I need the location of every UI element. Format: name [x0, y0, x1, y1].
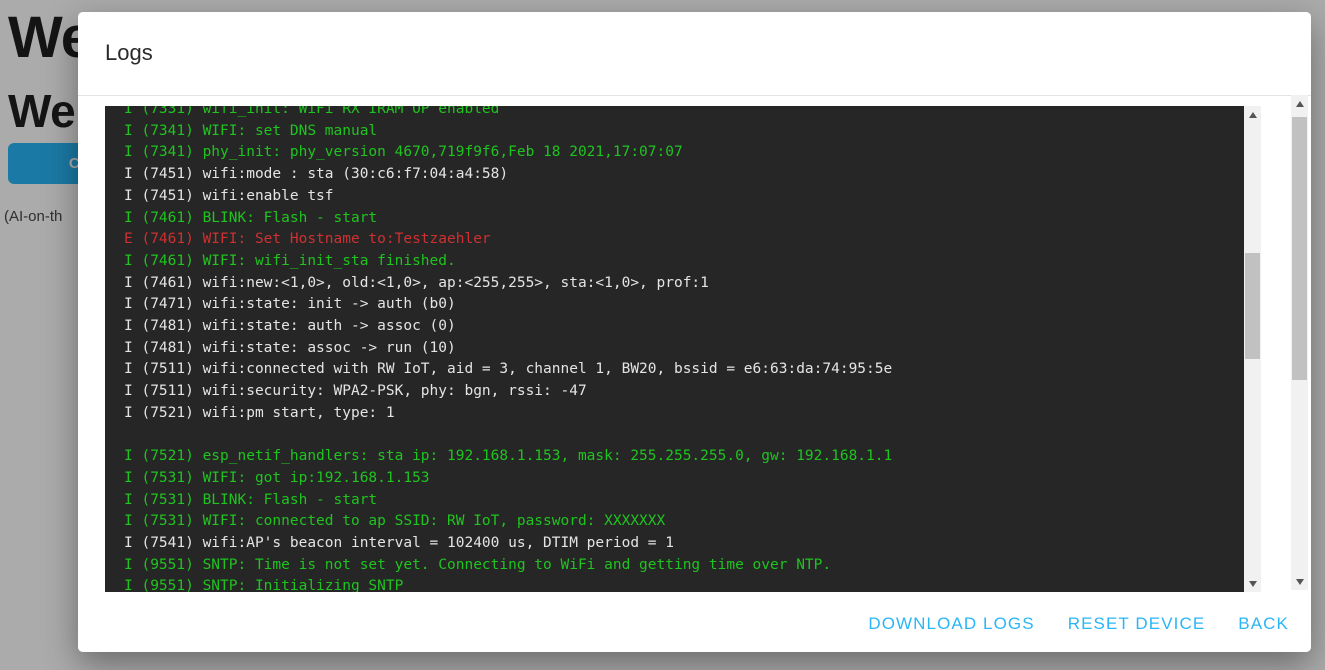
log-line: I (7541) wifi:AP's beacon interval = 102… — [124, 533, 1244, 555]
log-line: I (7331) wifi_init: WiFi RX IRAM OP enab… — [124, 106, 1244, 121]
modal-scrollbar[interactable] — [1291, 95, 1308, 590]
log-line: I (7481) wifi:state: assoc -> run (10) — [124, 338, 1244, 360]
log-line: I (9551) SNTP: Initializing SNTP — [124, 576, 1244, 592]
back-button[interactable]: BACK — [1238, 614, 1289, 634]
log-line: E (7461) WIFI: Set Hostname to:Testzaehl… — [124, 229, 1244, 251]
log-line: I (7521) wifi:pm start, type: 1 — [124, 403, 1244, 425]
scroll-down-icon[interactable] — [1291, 573, 1308, 590]
modal-header: Logs — [78, 12, 1311, 96]
modal-scrollbar-thumb[interactable] — [1292, 117, 1307, 380]
log-scrollbar[interactable] — [1244, 106, 1261, 592]
triangle-down-glyph — [1249, 581, 1257, 587]
log-line: I (7511) wifi:security: WPA2-PSK, phy: b… — [124, 381, 1244, 403]
modal-footer: DOWNLOAD LOGS RESET DEVICE BACK — [78, 595, 1311, 652]
log-scrollbar-thumb[interactable] — [1245, 253, 1260, 359]
modal-body: I (7331) wifi_init: WiFi RX IRAM OP enab… — [78, 96, 1311, 595]
triangle-down-glyph — [1296, 579, 1304, 585]
log-line: I (7471) wifi:state: init -> auth (b0) — [124, 294, 1244, 316]
scroll-up-icon[interactable] — [1291, 95, 1308, 112]
log-panel: I (7331) wifi_init: WiFi RX IRAM OP enab… — [105, 106, 1261, 592]
download-logs-button[interactable]: DOWNLOAD LOGS — [868, 614, 1034, 634]
log-line: I (7461) WIFI: wifi_init_sta finished. — [124, 251, 1244, 273]
log-line: I (7451) wifi:enable tsf — [124, 186, 1244, 208]
triangle-up-glyph — [1249, 112, 1257, 118]
log-line: I (7531) WIFI: got ip:192.168.1.153 — [124, 468, 1244, 490]
reset-device-button[interactable]: RESET DEVICE — [1068, 614, 1206, 634]
log-line: I (9551) SNTP: Time is not set yet. Conn… — [124, 555, 1244, 577]
scroll-down-icon[interactable] — [1244, 575, 1261, 592]
log-line: I (7531) WIFI: connected to ap SSID: RW … — [124, 511, 1244, 533]
log-line: I (7511) wifi:connected with RW IoT, aid… — [124, 359, 1244, 381]
scroll-up-icon[interactable] — [1244, 106, 1261, 123]
log-line: I (7341) phy_init: phy_version 4670,719f… — [124, 142, 1244, 164]
log-line — [124, 425, 1244, 447]
log-line: I (7461) BLINK: Flash - start — [124, 208, 1244, 230]
log-line: I (7481) wifi:state: auth -> assoc (0) — [124, 316, 1244, 338]
log-line: I (7451) wifi:mode : sta (30:c6:f7:04:a4… — [124, 164, 1244, 186]
triangle-up-glyph — [1296, 101, 1304, 107]
modal-title: Logs — [105, 40, 153, 66]
log-line: I (7531) BLINK: Flash - start — [124, 490, 1244, 512]
log-line: I (7341) WIFI: set DNS manual — [124, 121, 1244, 143]
log-line: I (7461) wifi:new:<1,0>, old:<1,0>, ap:<… — [124, 273, 1244, 295]
log-line: I (7521) esp_netif_handlers: sta ip: 192… — [124, 446, 1244, 468]
log-output: I (7331) wifi_init: WiFi RX IRAM OP enab… — [105, 106, 1244, 592]
logs-modal: Logs I (7331) wifi_init: WiFi RX IRAM OP… — [78, 12, 1311, 652]
